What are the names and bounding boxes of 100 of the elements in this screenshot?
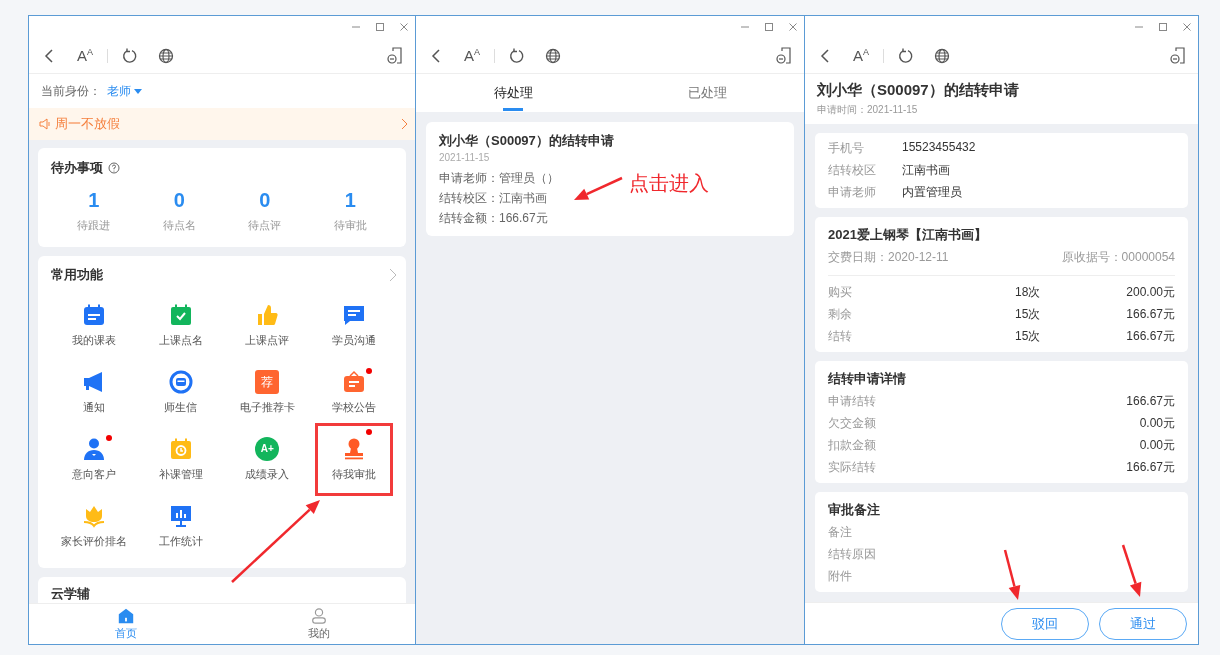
amount: 200.00元 [1125, 284, 1175, 301]
lesson-count: 15次 [1015, 306, 1042, 323]
amount: 166.67元 [1125, 306, 1175, 323]
request-card[interactable]: 刘小华（S00097）的结转申请 2021-11-15 申请老师：管理员（） 结转校区：江南书画 结转金额：166.67元 点击进入 [426, 122, 794, 236]
clock-calendar-icon [168, 437, 193, 461]
calendar-icon [82, 303, 107, 327]
arrow [1003, 549, 1021, 600]
check-calendar-icon [168, 303, 193, 327]
chevron-right-icon [401, 118, 409, 130]
arrow [1121, 544, 1142, 597]
caret-down-icon [134, 88, 142, 94]
monitor-icon [168, 504, 193, 528]
request-date: 2021-11-15 [439, 152, 491, 163]
section-title: 待办事项 [51, 159, 103, 177]
device-icon[interactable] [1170, 46, 1186, 65]
function-item[interactable]: 荐 电子推荐卡 [224, 359, 311, 426]
request-detail: 结转校区：江南书画 [439, 190, 548, 207]
identity-label: 当前身份： [41, 82, 101, 100]
chat-icon [341, 303, 366, 327]
action-button[interactable]: 通过 [1099, 607, 1187, 640]
thumb-icon [255, 303, 280, 327]
section-title: 云学辅 [51, 585, 91, 603]
tab[interactable]: 已处理 [610, 74, 804, 112]
recommend-card-icon: 荐 [255, 370, 280, 394]
field-label: 备注 [828, 524, 853, 541]
message-icon [168, 370, 193, 394]
refresh-icon[interactable] [509, 47, 526, 64]
field-label: 欠交金额 [828, 415, 877, 432]
identity-dropdown[interactable]: 老师 [107, 82, 142, 100]
function-item[interactable]: 我的课表 [51, 292, 138, 359]
function-item[interactable]: 上课点名 [137, 292, 224, 359]
globe-icon[interactable] [545, 47, 562, 64]
field-label: 申请老师 [828, 184, 877, 201]
maximize-icon[interactable] [375, 22, 385, 32]
function-item[interactable]: 家长评价排名 [51, 493, 138, 560]
function-item[interactable]: 上课点评 [224, 292, 311, 359]
font-size-button[interactable]: A$^{A}$ [464, 47, 481, 64]
user-icon [309, 607, 328, 625]
row-label: 购买 [828, 284, 853, 301]
field-value: 0.00元 [1139, 437, 1175, 454]
grade-icon: A+ [255, 437, 280, 461]
function-item[interactable]: 意向客户 [51, 426, 138, 493]
field-label: 扣款金额 [828, 437, 877, 454]
function-item[interactable]: 补课管理 [137, 426, 224, 493]
tulip-icon [82, 504, 107, 528]
field-value: 内置管理员 [902, 184, 962, 201]
function-item[interactable]: 学校公告 [310, 359, 397, 426]
close-icon[interactable] [399, 22, 409, 32]
field-value: 江南书画 [902, 162, 950, 179]
device-icon[interactable] [387, 46, 403, 65]
close-icon[interactable] [788, 22, 798, 32]
refresh-icon[interactable] [122, 47, 139, 64]
home-icon [116, 607, 135, 625]
receipt-number: 原收据号：00000054 [1061, 249, 1175, 266]
person-icon [82, 437, 107, 461]
field-label: 手机号 [828, 140, 865, 157]
device-icon[interactable] [776, 46, 792, 65]
font-size-button[interactable]: A$^{A}$ [77, 47, 94, 64]
field-value: 15523455432 [902, 140, 976, 156]
lesson-count: 15次 [1015, 328, 1042, 345]
nav-tab[interactable]: 我的 [222, 604, 415, 644]
field-label: 结转原因 [828, 546, 877, 563]
nav-tab[interactable]: 首页 [29, 604, 222, 644]
field-value: 166.67元 [1126, 393, 1175, 410]
field-value: 166.67元 [1126, 459, 1175, 476]
action-button[interactable]: 驳回 [1001, 607, 1089, 640]
maximize-icon[interactable] [1158, 22, 1168, 32]
section-title: 审批备注 [828, 501, 881, 519]
lesson-count: 18次 [1015, 284, 1042, 301]
globe-icon[interactable] [934, 47, 951, 64]
section-title: 结转申请详情 [828, 370, 907, 388]
function-item[interactable]: 师生信 [137, 359, 224, 426]
refresh-icon[interactable] [898, 47, 915, 64]
section-title: 常用功能 [51, 266, 103, 284]
speaker-icon [39, 118, 51, 130]
request-detail: 结转金额：166.67元 [439, 210, 549, 227]
help-icon[interactable] [108, 162, 120, 174]
function-item[interactable]: 学员沟通 [310, 292, 397, 359]
function-item[interactable]: A+ 成绩录入 [224, 426, 311, 493]
field-value: 0.00元 [1139, 415, 1175, 432]
maximize-icon[interactable] [764, 22, 774, 32]
globe-icon[interactable] [158, 47, 175, 64]
request-title: 刘小华（S00097）的结转申请 [439, 132, 615, 150]
board-icon [341, 370, 366, 394]
amount: 166.67元 [1125, 328, 1175, 345]
function-item[interactable]: 工作统计 [137, 493, 224, 560]
request-detail: 申请老师：管理员（） [439, 170, 559, 187]
field-label: 申请结转 [828, 393, 877, 410]
course-title: 2021爱上钢琴【江南书画】 [828, 226, 988, 244]
row-label: 结转 [828, 328, 853, 345]
annotation-text: 点击进入 [629, 171, 709, 196]
row-label: 剩余 [828, 306, 853, 323]
close-icon[interactable] [1182, 22, 1192, 32]
field-label: 结转校区 [828, 162, 877, 179]
notice-text: 周一不放假 [55, 115, 120, 133]
function-item[interactable]: 通知 [51, 359, 138, 426]
field-label: 实际结转 [828, 459, 877, 476]
font-size-button[interactable]: A$^{A}$ [853, 47, 870, 64]
function-item[interactable]: 待我审批 [314, 423, 393, 496]
request-time: 申请时间：2021-11-15 [817, 103, 919, 117]
